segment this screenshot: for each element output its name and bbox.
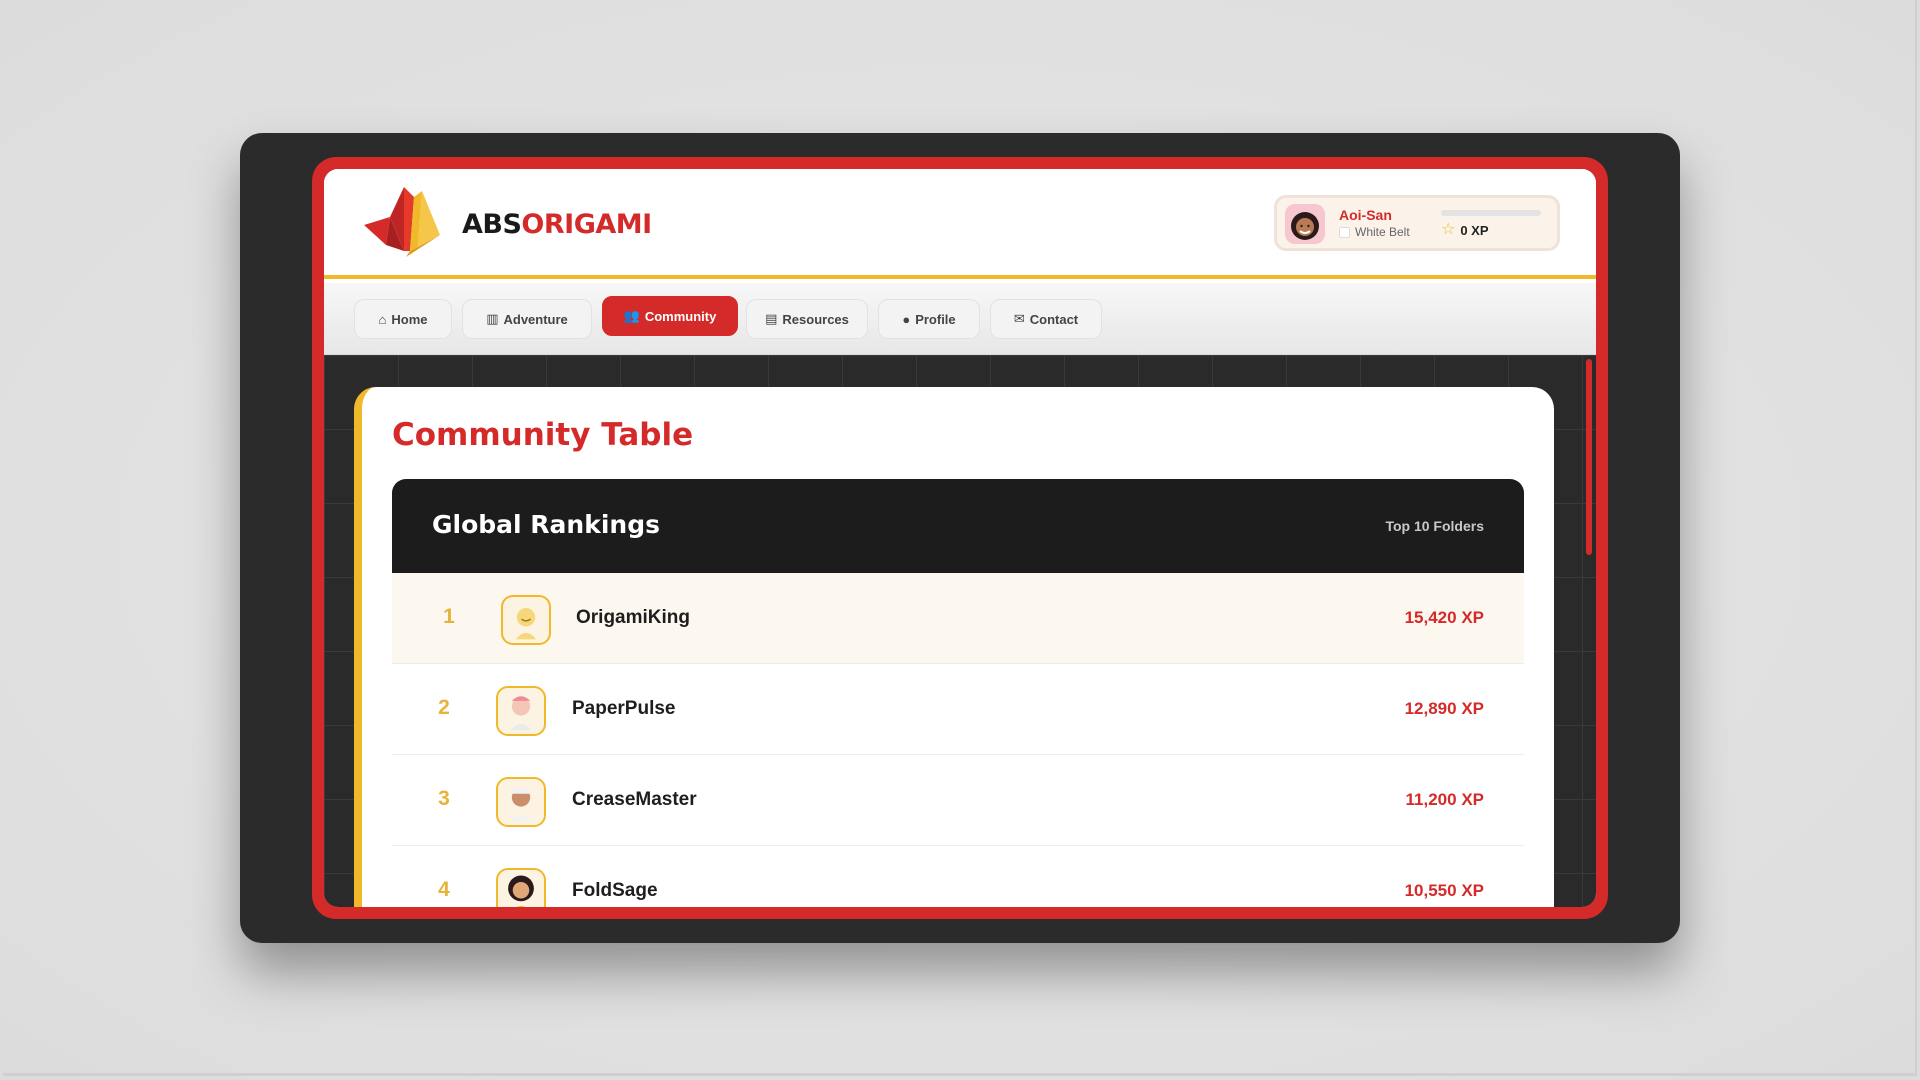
nav-profile[interactable]: ● Profile: [878, 299, 980, 339]
table-row[interactable]: 3 CreaseMaster 11,200 XP: [392, 755, 1524, 846]
xp-row: ☆ 0 XP: [1441, 222, 1489, 238]
origami-crane-logo[interactable]: [360, 187, 444, 261]
player-name: FoldSage: [572, 880, 658, 901]
book-icon: ▤: [765, 311, 778, 326]
app-screen: ABSORIGAMI Aoi-San White Belt ☆ 0 XP ⌂ H…: [312, 157, 1608, 919]
player-avatar: [496, 777, 546, 827]
player-avatar: [496, 868, 546, 907]
rank-number: 1: [443, 605, 455, 628]
brand-name[interactable]: ABSORIGAMI: [462, 209, 652, 240]
player-name: CreaseMaster: [572, 789, 697, 810]
star-icon: ☆: [1441, 221, 1456, 238]
community-card: Community Table Global Rankings Top 10 F…: [354, 387, 1554, 907]
rank-number: 2: [438, 696, 450, 719]
xp-value: 0 XP: [1460, 222, 1489, 238]
app-window: ABSORIGAMI Aoi-San White Belt ☆ 0 XP ⌂ H…: [324, 169, 1596, 907]
users-icon: 👥: [623, 308, 640, 323]
belt-label: White Belt: [1355, 225, 1410, 239]
user-icon: ●: [902, 311, 911, 327]
user-name: Aoi-San: [1339, 207, 1392, 223]
page-title: Community Table: [392, 417, 694, 453]
table-row[interactable]: 4 FoldSage 10,550 XP: [392, 846, 1524, 907]
belt-swatch: [1339, 226, 1350, 238]
player-name: OrigamiKing: [576, 607, 691, 628]
nav-resources[interactable]: ▤ Resources: [746, 299, 868, 339]
rankings-table: Global Rankings Top 10 Folders 1 Origami…: [392, 479, 1524, 907]
player-xp: 10,550 XP: [1404, 881, 1484, 900]
envelope-icon: ✉: [1013, 311, 1025, 326]
player-xp: 12,890 XP: [1404, 699, 1484, 718]
player-xp: 11,200 XP: [1405, 790, 1484, 809]
rankings-subtitle: Top 10 Folders: [1385, 518, 1484, 534]
nav-adventure[interactable]: ▥ Adventure: [462, 299, 592, 339]
nav-home[interactable]: ⌂ Home: [354, 299, 452, 339]
rank-number: 4: [438, 878, 450, 901]
home-icon: ⌂: [378, 311, 387, 327]
nav-contact[interactable]: ✉ Contact: [990, 299, 1102, 339]
xp-progress-bar: [1441, 210, 1541, 216]
header: ABSORIGAMI Aoi-San White Belt ☆ 0 XP: [324, 169, 1596, 279]
rank-number: 3: [438, 787, 450, 810]
rankings-header: Global Rankings Top 10 Folders: [392, 479, 1524, 573]
scrollbar[interactable]: [1586, 359, 1592, 555]
rankings-title: Global Rankings: [432, 510, 660, 539]
belt-row: White Belt: [1339, 225, 1410, 239]
main-nav: ⌂ Home ▥ Adventure 👥 Community ▤ Resourc…: [324, 283, 1596, 355]
user-card[interactable]: Aoi-San White Belt ☆ 0 XP: [1274, 195, 1560, 251]
player-avatar: [501, 595, 551, 645]
player-avatar: [496, 686, 546, 736]
player-name: PaperPulse: [572, 698, 676, 719]
map-icon: ▥: [486, 311, 499, 326]
table-row[interactable]: 2 PaperPulse 12,890 XP: [392, 664, 1524, 755]
user-avatar: [1285, 204, 1325, 244]
player-xp: 15,420 XP: [1404, 608, 1484, 627]
nav-community[interactable]: 👥 Community: [602, 296, 738, 336]
table-row[interactable]: 1 OrigamiKing 15,420 XP: [392, 573, 1524, 664]
